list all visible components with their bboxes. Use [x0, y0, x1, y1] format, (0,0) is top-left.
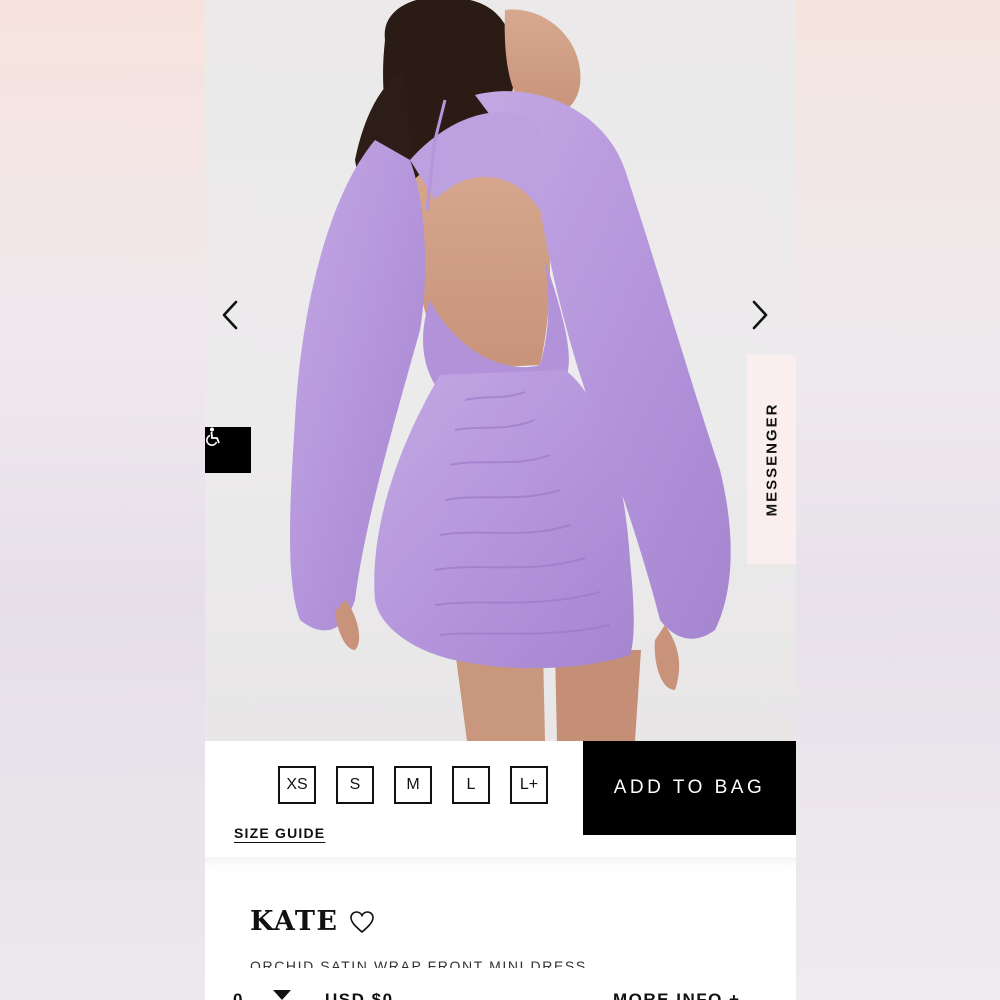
wishlist-button[interactable] — [349, 910, 375, 934]
section-divider — [205, 857, 796, 869]
quantity-value[interactable]: 0 — [233, 990, 244, 1000]
size-option[interactable]: M — [394, 766, 432, 804]
dropdown-icon[interactable] — [271, 990, 293, 1000]
messenger-tab[interactable]: MESSENGER — [747, 355, 796, 564]
size-option[interactable]: L+ — [510, 766, 548, 804]
model-illustration — [290, 0, 731, 741]
background-blur-right — [796, 0, 1000, 1000]
previous-image-button[interactable] — [221, 300, 251, 332]
more-info-link[interactable]: MORE INFO + — [613, 990, 740, 1000]
size-guide-link[interactable]: SIZE GUIDE — [234, 825, 325, 841]
add-to-bag-button[interactable]: ADD TO BAG — [583, 741, 796, 835]
add-to-bag-label: ADD TO BAG — [613, 777, 766, 798]
size-option[interactable]: L — [452, 766, 490, 804]
size-option[interactable]: XS — [278, 766, 316, 804]
product-subtitle: ORCHID SATIN WRAP FRONT MINI DRESS — [250, 958, 587, 968]
size-selector: XS S M L L+ — [278, 766, 548, 804]
chevron-right-icon — [752, 300, 768, 330]
product-image[interactable]: MESSENGER — [205, 0, 796, 741]
product-subtitle-clip: ORCHID SATIN WRAP FRONT MINI DRESS — [250, 958, 650, 968]
heart-icon — [349, 910, 374, 933]
next-image-button[interactable] — [751, 300, 781, 332]
product-page: MESSENGER XS S M L L+ SIZE GUIDE ADD TO … — [205, 0, 796, 1000]
chevron-left-icon — [222, 300, 238, 330]
product-meta-row: 0 USD $0 MORE INFO + — [233, 990, 773, 1000]
wheelchair-icon — [206, 427, 220, 446]
product-name: KATE — [250, 906, 339, 937]
price: USD $0 — [325, 990, 394, 1000]
product-title-row: KATE — [250, 906, 375, 937]
size-option[interactable]: S — [336, 766, 374, 804]
background-blur-left — [0, 0, 205, 1000]
purchase-bar: XS S M L L+ SIZE GUIDE ADD TO BAG — [205, 741, 796, 857]
accessibility-button[interactable] — [205, 427, 251, 473]
messenger-label: MESSENGER — [763, 402, 781, 517]
